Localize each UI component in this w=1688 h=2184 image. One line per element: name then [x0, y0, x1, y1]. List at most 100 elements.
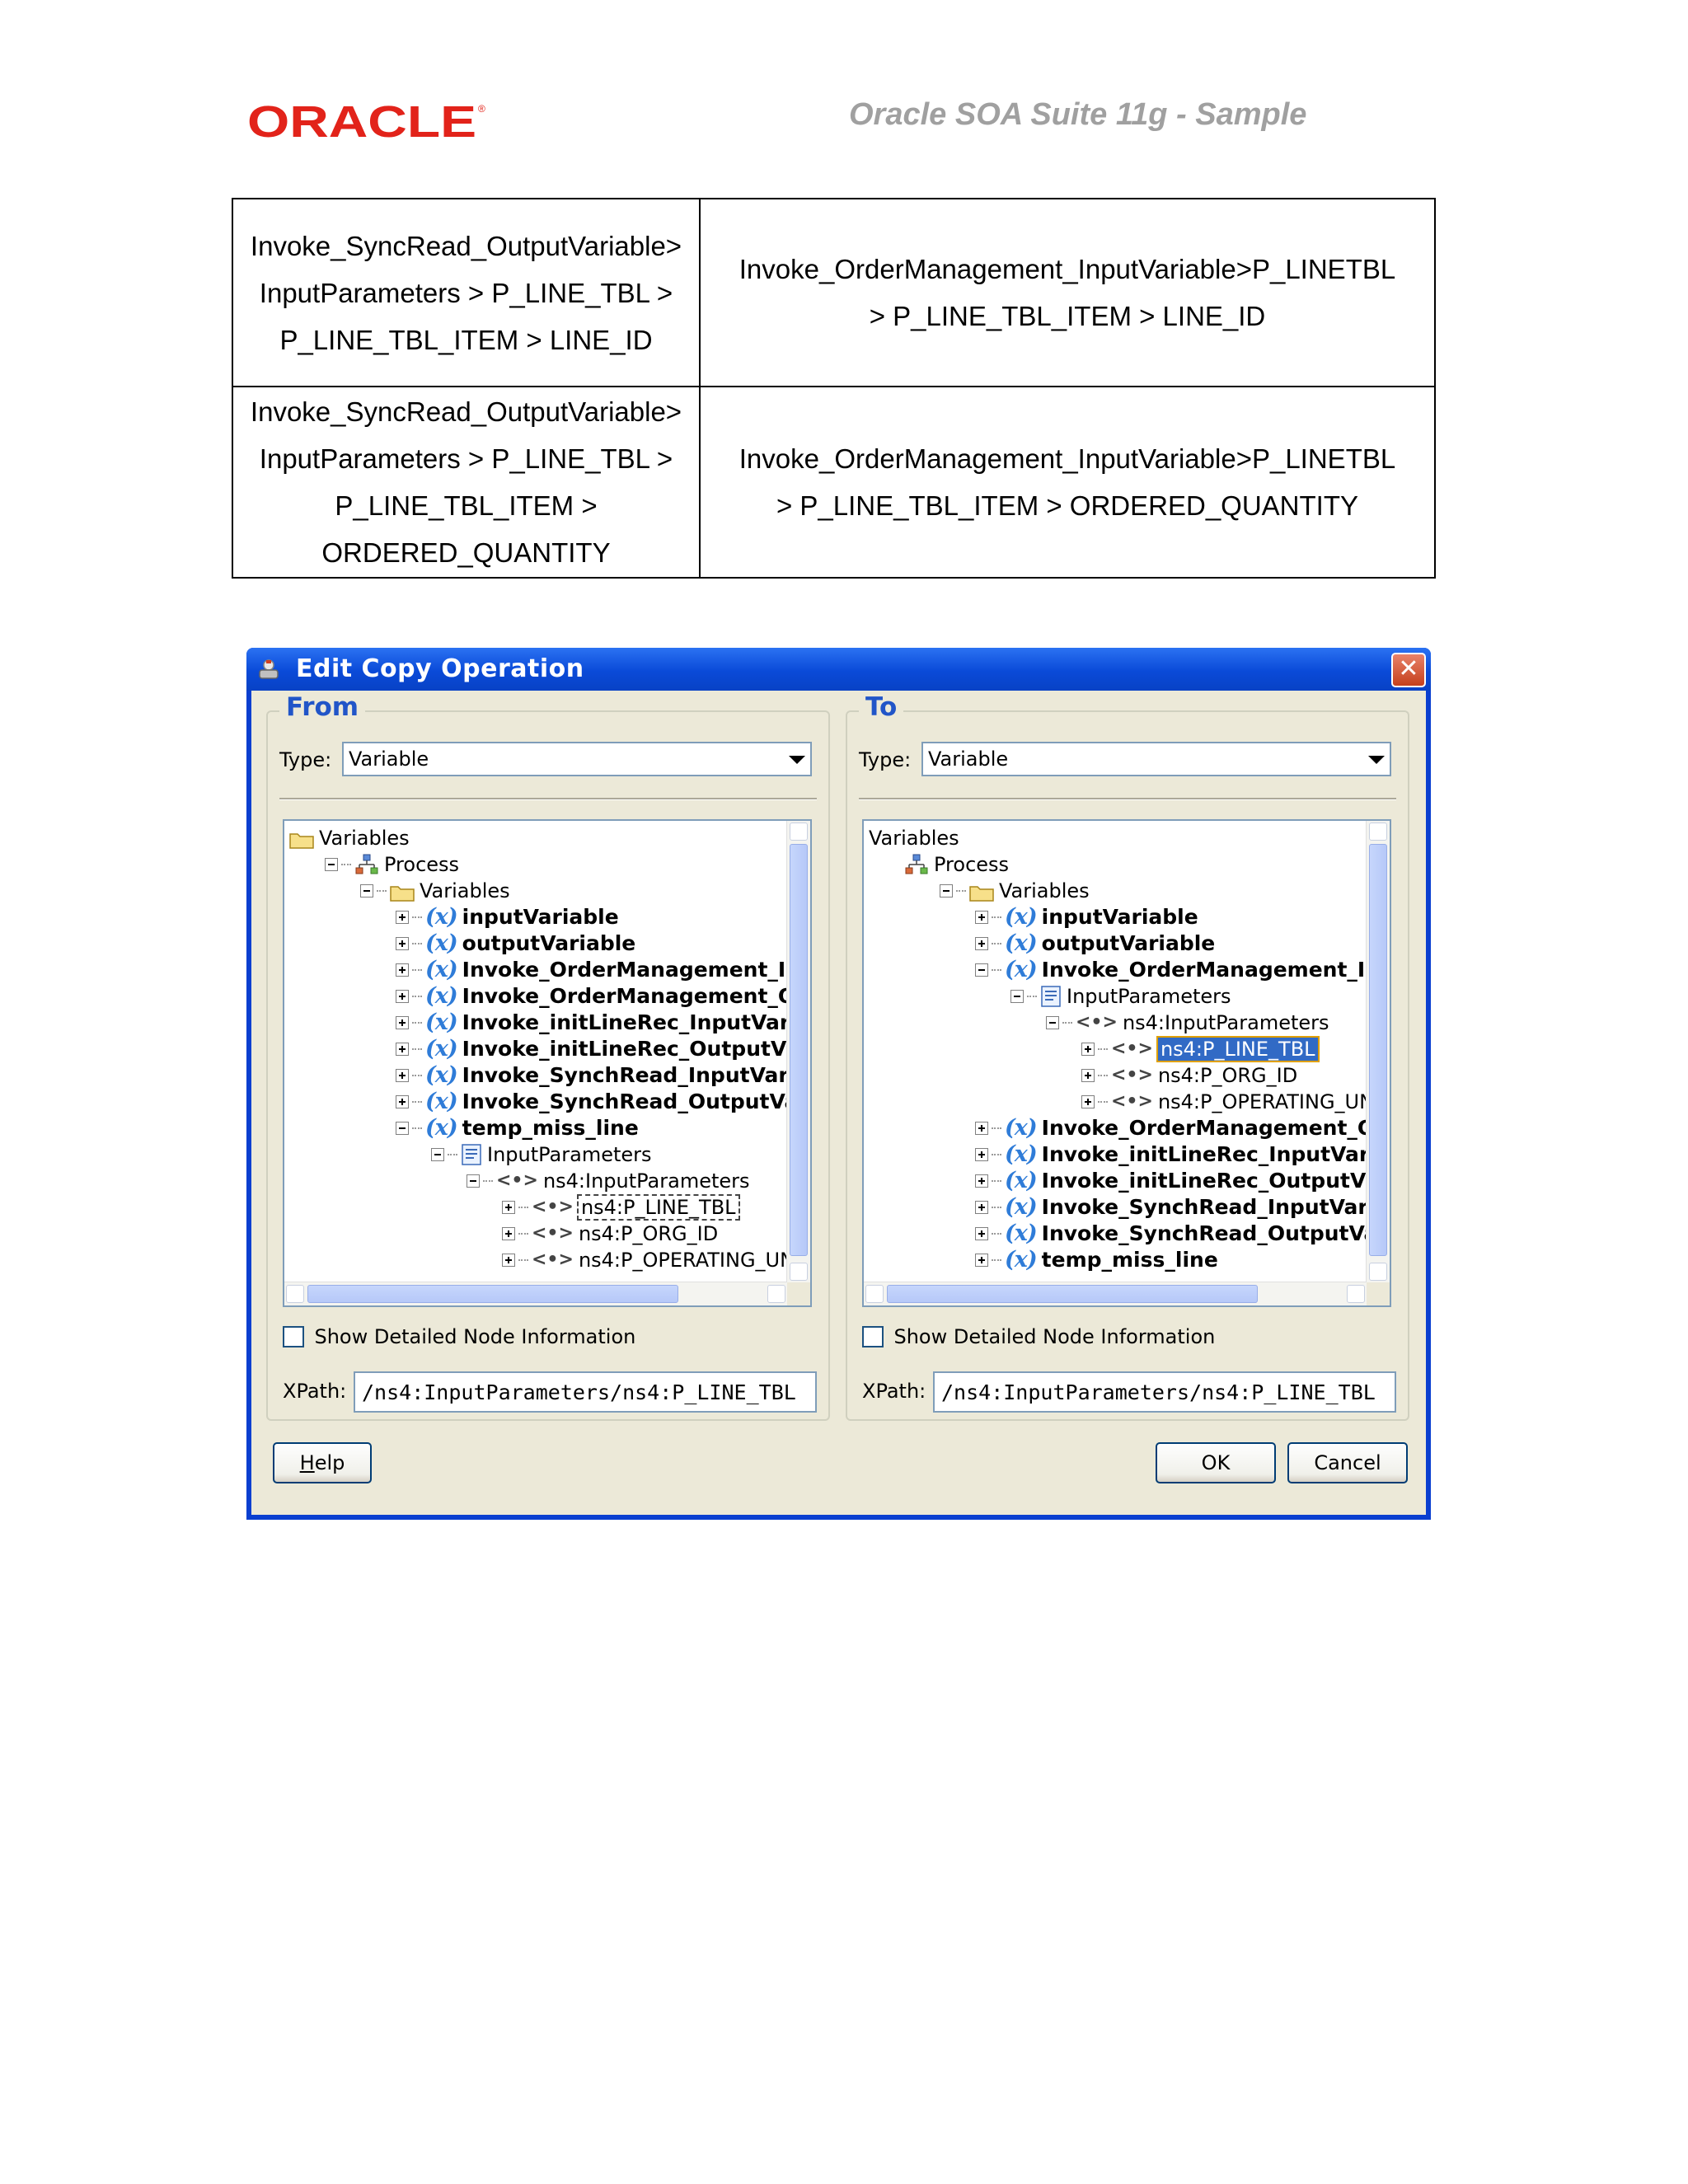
cancel-button[interactable]: Cancel [1287, 1442, 1408, 1483]
scroll-right-icon[interactable] [767, 1285, 785, 1303]
to-show-detail-checkbox[interactable] [862, 1326, 884, 1347]
tree-node[interactable]: (x)Invoke_OrderManagement_InputVa [975, 956, 1367, 982]
expand-icon[interactable] [502, 1201, 515, 1214]
tree-node[interactable]: Variables [940, 877, 1090, 903]
scroll-right-icon[interactable] [1347, 1285, 1365, 1303]
to-type-select[interactable]: Variable [921, 742, 1391, 776]
tree-node[interactable]: (x) temp_miss_line [975, 1246, 1218, 1272]
collapse-icon[interactable] [467, 1174, 480, 1188]
tree-node[interactable]: <•> ns4:P_LINE_TBL [1081, 1035, 1320, 1062]
help-button[interactable]: Help [273, 1442, 372, 1483]
from-panel: From Type: Variable Variables Process Vari… [266, 692, 830, 1421]
tree-node[interactable]: Variables [289, 824, 410, 851]
collapse-icon[interactable] [940, 884, 953, 898]
tree-node[interactable]: <•> ns4:P_LINE_TBL [502, 1193, 740, 1221]
tree-node[interactable]: InputParameters [431, 1141, 652, 1167]
tree-node[interactable]: (x)Invoke_initLineRec_InputVariabl [396, 1009, 787, 1035]
tree-node[interactable]: <•>ns4:P_OPERATING_UNIT [1081, 1088, 1367, 1114]
tree-node[interactable]: (x)Invoke_SynchRead_InputVariable [975, 1193, 1367, 1220]
tree-node[interactable]: <•> ns4:P_ORG_ID [1081, 1062, 1297, 1088]
from-show-detail-checkbox[interactable] [283, 1326, 304, 1347]
tree-node[interactable]: (x)Invoke_initLineRec_InputVariable [975, 1141, 1367, 1167]
expand-icon[interactable] [975, 911, 988, 924]
expand-icon[interactable] [396, 911, 409, 924]
tree-node[interactable]: (x) outputVariable [396, 930, 635, 956]
dialog-title-bar[interactable]: Edit Copy Operation ✕ [246, 648, 1431, 691]
collapse-icon[interactable] [360, 884, 373, 898]
expand-icon[interactable] [396, 963, 409, 977]
tree-node[interactable]: (x) temp_miss_line [396, 1114, 639, 1141]
from-show-detail-option[interactable]: Show Detailed Node Information [283, 1325, 635, 1353]
scroll-thumb[interactable] [1369, 844, 1387, 1256]
from-variable-tree[interactable]: Variables Process Variables (x) inputVariabl… [283, 819, 812, 1307]
expand-icon[interactable] [396, 1016, 409, 1029]
scroll-thumb[interactable] [307, 1285, 678, 1303]
tree-node[interactable]: Process [325, 851, 459, 877]
to-show-detail-option[interactable]: Show Detailed Node Information [862, 1325, 1215, 1353]
expand-icon[interactable] [975, 937, 988, 950]
to-xpath-input[interactable]: /ns4:InputParameters/ns4:P_LINE_TBL [933, 1371, 1396, 1413]
tree-node[interactable]: (x)Invoke_OrderManagement_Inpu [396, 956, 787, 982]
expand-icon[interactable] [1081, 1095, 1095, 1108]
scroll-down-icon[interactable] [790, 1263, 808, 1281]
expand-icon[interactable] [396, 1069, 409, 1082]
tree-node[interactable]: (x)Invoke_initLineRec_OutputVariable [975, 1167, 1367, 1193]
tree-node[interactable]: (x) inputVariable [975, 903, 1198, 930]
tree-node[interactable]: (x)Invoke_SynchRead_InputVariabl [396, 1062, 787, 1088]
scroll-thumb[interactable] [887, 1285, 1258, 1303]
from-xpath-input[interactable]: /ns4:InputParameters/ns4:P_LINE_TBL [354, 1371, 817, 1413]
ok-button[interactable]: OK [1156, 1442, 1276, 1483]
expand-icon[interactable] [396, 1095, 409, 1108]
expand-icon[interactable] [975, 1201, 988, 1214]
expand-icon[interactable] [975, 1254, 988, 1267]
collapse-icon[interactable] [1010, 990, 1024, 1003]
scroll-left-icon[interactable] [286, 1285, 304, 1303]
close-button[interactable]: ✕ [1391, 653, 1426, 687]
expand-icon[interactable] [975, 1227, 988, 1240]
collapse-icon[interactable] [325, 858, 338, 871]
from-type-select[interactable]: Variable [342, 742, 812, 776]
from-horizontal-scrollbar[interactable] [284, 1282, 787, 1305]
to-vertical-scrollbar[interactable] [1366, 821, 1390, 1282]
tree-node[interactable]: Variables [360, 877, 510, 903]
scroll-up-icon[interactable] [790, 823, 808, 841]
tree-node[interactable]: (x) outputVariable [975, 930, 1215, 956]
tree-node[interactable]: (x)Invoke_SynchRead_OutputVarial [396, 1088, 787, 1114]
expand-icon[interactable] [502, 1254, 515, 1267]
tree-node[interactable]: <•> ns4:InputParameters [1046, 1009, 1329, 1035]
collapse-icon[interactable] [396, 1122, 409, 1135]
scroll-up-icon[interactable] [1369, 823, 1387, 841]
expand-icon[interactable] [396, 937, 409, 950]
tree-node[interactable]: <•> ns4:P_ORG_ID [502, 1220, 718, 1246]
expand-icon[interactable] [975, 1148, 988, 1161]
from-vertical-scrollbar[interactable] [786, 821, 810, 1282]
tree-node[interactable]: (x) inputVariable [396, 903, 619, 930]
tree-node[interactable]: Variables [869, 824, 959, 851]
tree-node[interactable]: InputParameters [1010, 982, 1231, 1009]
dropdown-arrow-icon[interactable] [1368, 756, 1385, 764]
tree-node[interactable]: (x)Invoke_SynchRead_OutputVariable [975, 1220, 1367, 1246]
tree-node[interactable]: (x)Invoke_initLineRec_OutputVariab [396, 1035, 787, 1062]
scroll-thumb[interactable] [790, 844, 808, 1256]
to-variable-tree[interactable]: Variables Process Variables (x) inputVariabl… [862, 819, 1391, 1307]
expand-icon[interactable] [1081, 1069, 1095, 1082]
expand-icon[interactable] [1081, 1043, 1095, 1056]
to-horizontal-scrollbar[interactable] [864, 1282, 1367, 1305]
expand-icon[interactable] [975, 1174, 988, 1188]
tree-node[interactable]: (x)Invoke_OrderManagement_Output [975, 1114, 1367, 1141]
tree-node[interactable]: <•>ns4:P_OPERATING_UNIT [502, 1246, 787, 1272]
scroll-left-icon[interactable] [865, 1285, 884, 1303]
process-icon [354, 853, 379, 876]
dropdown-arrow-icon[interactable] [789, 756, 805, 764]
collapse-icon[interactable] [1046, 1016, 1059, 1029]
expand-icon[interactable] [975, 1122, 988, 1135]
tree-node[interactable]: <•> ns4:InputParameters [467, 1167, 750, 1193]
tree-node[interactable]: Process [904, 851, 1009, 877]
expand-icon[interactable] [396, 990, 409, 1003]
expand-icon[interactable] [502, 1227, 515, 1240]
tree-node[interactable]: (x)Invoke_OrderManagement_Outp [396, 982, 787, 1009]
collapse-icon[interactable] [975, 963, 988, 977]
collapse-icon[interactable] [431, 1148, 444, 1161]
expand-icon[interactable] [396, 1043, 409, 1056]
scroll-down-icon[interactable] [1369, 1263, 1387, 1281]
